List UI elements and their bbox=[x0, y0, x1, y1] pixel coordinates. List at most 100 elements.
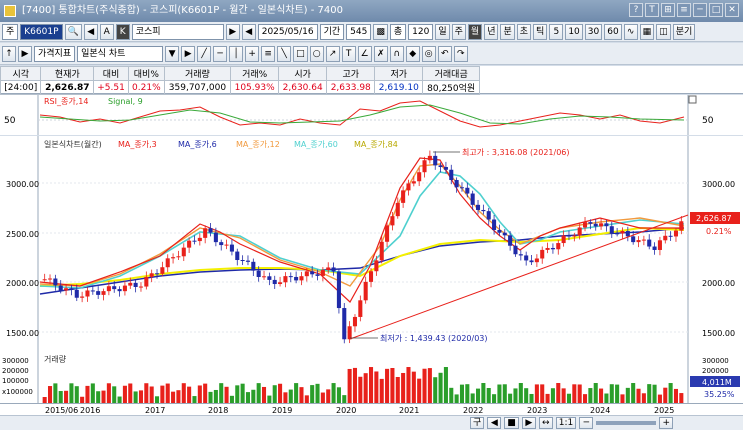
circle-icon[interactable]: ○ bbox=[309, 45, 324, 62]
volume-bar bbox=[401, 372, 406, 403]
prev-button[interactable]: ▶ bbox=[225, 23, 240, 40]
volume-bar bbox=[556, 383, 561, 403]
volume-bar bbox=[358, 376, 363, 403]
candle-body bbox=[80, 296, 85, 298]
channel-icon[interactable]: ╲ bbox=[277, 45, 292, 62]
grid-icon[interactable]: ▦ bbox=[639, 23, 655, 40]
fibo-icon[interactable]: ≡ bbox=[261, 45, 276, 62]
cross-icon[interactable]: + bbox=[245, 45, 260, 62]
zoom-slider[interactable] bbox=[596, 421, 657, 425]
minimize-button[interactable]: ─ bbox=[693, 3, 707, 17]
a-button[interactable]: A bbox=[99, 23, 114, 40]
candle-body bbox=[251, 261, 256, 271]
help-button[interactable]: ? bbox=[629, 3, 643, 17]
volume-bar bbox=[385, 368, 390, 403]
zoom-out-button[interactable]: ─ bbox=[579, 417, 594, 429]
grid-button[interactable]: ⊞ bbox=[661, 3, 675, 17]
tools-icon[interactable]: ∿ bbox=[623, 23, 638, 40]
stock-code-input[interactable]: K6601P bbox=[20, 23, 63, 40]
vline-icon[interactable]: │ bbox=[229, 45, 244, 62]
low-label: 최저가 : 1,439.43 (2020/03) bbox=[380, 333, 488, 343]
period-input[interactable]: 545 bbox=[346, 23, 372, 40]
candle-body bbox=[636, 240, 641, 243]
volume-bar bbox=[138, 390, 144, 403]
rsi-title: RSI_종가,14 bbox=[44, 97, 88, 106]
volume-chart: 거래량 300000 200000 100000 x100000 300000 … bbox=[0, 354, 743, 403]
candle-body bbox=[438, 165, 443, 168]
chevron-down-icon[interactable]: ▼ bbox=[165, 45, 180, 62]
scroll-right-button[interactable]: ▶ bbox=[521, 417, 536, 429]
timeframe-30[interactable]: 30 bbox=[584, 23, 603, 40]
arrow-up-icon[interactable]: ↑ bbox=[2, 45, 16, 62]
redo-icon[interactable]: ↷ bbox=[453, 45, 468, 62]
label-change-pct: 대비% bbox=[127, 66, 165, 81]
timeframe-tick[interactable]: 틱 bbox=[533, 23, 548, 40]
volume-panel[interactable]: 거래량 300000 200000 100000 x100000 300000 … bbox=[0, 354, 743, 403]
timeframe-week[interactable]: 주 bbox=[451, 23, 466, 40]
candle-body bbox=[406, 183, 411, 191]
next-button[interactable]: ◀ bbox=[241, 23, 256, 40]
chart-type-select[interactable]: 일본식 차트 bbox=[77, 45, 164, 62]
price-chart-panel[interactable]: 일본식차트(월간) MA_종가,3 MA_종가,6 MA_종가,12 MA_종가… bbox=[0, 136, 743, 354]
cursor-icon[interactable]: ▶ bbox=[181, 45, 196, 62]
candle-body bbox=[390, 216, 395, 226]
maximize-button[interactable]: □ bbox=[709, 3, 723, 17]
scroll-left-button[interactable]: ◀ bbox=[487, 417, 502, 429]
lock-icon[interactable]: ◆ bbox=[405, 45, 420, 62]
menu-button[interactable]: ≡ bbox=[677, 3, 691, 17]
hline-icon[interactable]: ─ bbox=[213, 45, 228, 62]
timeframe-year[interactable]: 년 bbox=[484, 23, 499, 40]
rsi-panel[interactable]: 50 50 RSI_종가,14 Signal, 9 bbox=[0, 95, 743, 135]
calendar-icon[interactable]: ▩ bbox=[373, 23, 388, 40]
angle-icon[interactable]: ∠ bbox=[357, 45, 372, 62]
timeframe-month[interactable]: 월 bbox=[467, 23, 483, 40]
label-low: 저가 bbox=[374, 66, 424, 81]
arrow-left-icon[interactable]: ◀ bbox=[83, 23, 98, 40]
volume-bar bbox=[304, 395, 309, 403]
fit-button[interactable]: ↔ bbox=[538, 417, 553, 429]
arrow-right-icon[interactable]: ▶ bbox=[18, 45, 32, 62]
text-tool-icon[interactable]: T bbox=[341, 45, 356, 62]
volume-bar bbox=[47, 386, 53, 403]
timeframe-second[interactable]: 초 bbox=[516, 23, 532, 40]
label-current: 현재가 bbox=[40, 66, 95, 81]
close-button[interactable]: ✕ bbox=[725, 3, 739, 17]
scroll-first-button[interactable]: 구 bbox=[470, 417, 485, 429]
timeframe-5[interactable]: 5 bbox=[549, 23, 564, 40]
vol-tick-left-100k: 100000 bbox=[2, 377, 29, 385]
k-button[interactable]: K bbox=[115, 23, 130, 40]
legend-ma6: MA_종가,6 bbox=[178, 140, 217, 149]
volume-bar bbox=[363, 373, 368, 403]
save-icon[interactable]: ◫ bbox=[656, 23, 671, 40]
volume-bar bbox=[615, 384, 620, 403]
count-input[interactable]: 120 bbox=[408, 23, 434, 40]
rsi-close-icon[interactable] bbox=[688, 95, 697, 104]
timeframe-10[interactable]: 10 bbox=[565, 23, 583, 40]
erase-icon[interactable]: ✗ bbox=[373, 45, 388, 62]
trendline-icon[interactable]: ╱ bbox=[197, 45, 212, 62]
arrow-tool-icon[interactable]: ↗ bbox=[325, 45, 340, 62]
ratio-button[interactable]: 1:1 bbox=[555, 417, 577, 429]
stop-button[interactable]: ■ bbox=[504, 417, 519, 429]
candle-body bbox=[540, 249, 545, 259]
value-change: +5.51 bbox=[93, 80, 129, 95]
timeframe-day[interactable]: 일 bbox=[435, 23, 450, 40]
volume-bar bbox=[427, 368, 432, 403]
date-input[interactable]: 2025/05/16 bbox=[257, 23, 318, 40]
rect-icon[interactable]: □ bbox=[293, 45, 308, 62]
eye-icon[interactable]: ◎ bbox=[421, 45, 436, 62]
zoom-in-button[interactable]: + bbox=[659, 417, 674, 429]
magnet-icon[interactable]: ∩ bbox=[389, 45, 404, 62]
stock-name-field[interactable]: 코스피 bbox=[131, 23, 224, 40]
value-volume: 359,707,000 bbox=[163, 80, 232, 95]
price-index-select[interactable]: 가격지표 bbox=[34, 45, 76, 62]
undo-icon[interactable]: ↶ bbox=[437, 45, 452, 62]
timeframe-60[interactable]: 60 bbox=[604, 23, 622, 40]
volume-bar bbox=[577, 384, 582, 403]
search-icon[interactable]: 🔍 bbox=[64, 23, 82, 40]
candle-body bbox=[261, 276, 267, 278]
text-button[interactable]: T bbox=[645, 3, 659, 17]
split-button[interactable]: 분기 bbox=[672, 23, 696, 40]
candle-body bbox=[117, 289, 122, 292]
timeframe-minute[interactable]: 분 bbox=[500, 23, 515, 40]
